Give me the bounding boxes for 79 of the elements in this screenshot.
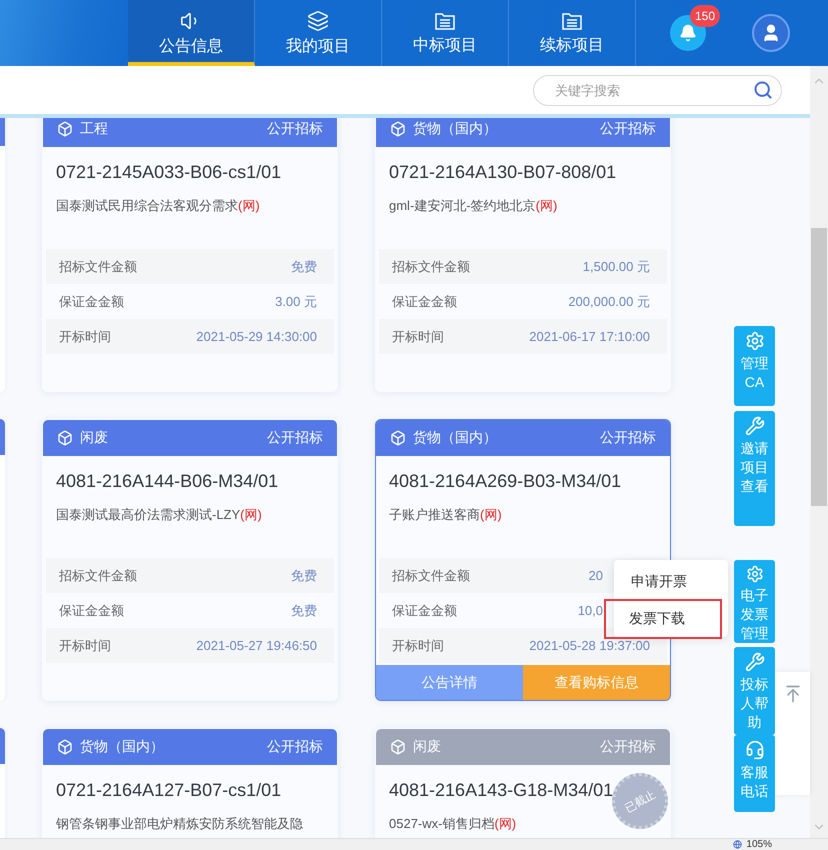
- scroll-thumb[interactable]: [811, 228, 827, 506]
- field-value: 3.00 元: [275, 292, 317, 310]
- method-label: 公开招标: [600, 429, 656, 447]
- menu-item[interactable]: 发票下载: [604, 599, 722, 639]
- field-value: 免费: [291, 566, 317, 584]
- project-code: 4081-2164A269-B03-M34/01: [389, 470, 622, 493]
- cube-icon: [57, 430, 73, 446]
- field-value: 2021-06-17 17:10:00: [529, 329, 650, 344]
- category-label: 工程: [80, 120, 108, 138]
- project-code: 4081-216A144-B06-M34/01: [56, 470, 278, 493]
- method-label: 公开招标: [267, 120, 323, 138]
- project-title: 子账户推送客商(网): [389, 506, 503, 524]
- gear-icon: [744, 565, 764, 583]
- field-label: 开标时间: [392, 328, 444, 346]
- field-value: 20: [588, 568, 603, 583]
- project-card[interactable]: 闲废 公开招标 4081-216A143-G18-M34/01 0527-wx-销售归档(网) 已截止: [375, 728, 671, 838]
- wrench-icon: [744, 416, 764, 436]
- search-icon[interactable]: [753, 80, 773, 100]
- project-code: 0721-2145A033-B06-cs1/01: [56, 161, 282, 184]
- cube-icon: [57, 121, 73, 137]
- layers-icon: [307, 10, 329, 32]
- cube-icon: [390, 121, 406, 137]
- method-label: 公开招标: [267, 429, 323, 447]
- headset-icon: [744, 740, 764, 760]
- field-label: 保证金金额: [392, 292, 457, 310]
- field-label: 保证金金额: [59, 602, 124, 620]
- project-title: 国泰测试最高价法需求测试-LZY(网): [56, 506, 263, 524]
- field-label: 招标文件金额: [392, 566, 470, 584]
- category-label: 货物（国内）: [413, 429, 497, 447]
- search-field[interactable]: 关键字搜索: [553, 82, 753, 98]
- folder-icon: [434, 10, 456, 30]
- field-value: 1,500.00 元: [582, 258, 650, 276]
- category-label: 闲废: [80, 429, 108, 447]
- zoom-level: 105%: [746, 839, 772, 850]
- bell-icon: [679, 24, 697, 42]
- field-value: 免费: [291, 602, 317, 620]
- field-label: 保证金金额: [59, 292, 124, 310]
- project-card[interactable]: 货物（国内） 公开招标 0721-2164A130-B07-808/01 gml-建安河北-签约地北京(网) 招标文件金额 1,500.00 元 保证金金额 200,000.00 元 开标时间 2021-06-17 17:10:00: [375, 118, 671, 392]
- search-box[interactable]: 关键字搜索: [533, 74, 782, 106]
- cube-icon: [57, 739, 73, 755]
- gear-icon: [744, 331, 764, 351]
- folder-icon: [561, 10, 583, 30]
- notification-count: 150: [690, 5, 720, 27]
- field-label: 招标文件金额: [59, 566, 137, 584]
- project-title: 0527-wx-销售归档(网): [389, 815, 518, 833]
- project-card[interactable]: 闲废 公开招标 4081-216A144-B06-M34/01 国泰测试最高价法需求测试-LZY(网) 招标文件金额 免费 保证金金额 免费 开标时间 2021-05-27 19:46:50: [42, 419, 338, 701]
- method-label: 公开招标: [600, 120, 656, 138]
- cube-icon: [390, 430, 406, 446]
- method-label: 公开招标: [267, 738, 323, 756]
- method-label: 公开招标: [600, 738, 656, 756]
- project-code: 0721-2164A130-B07-808/01: [389, 161, 616, 184]
- globe-icon: [733, 840, 742, 849]
- field-label: 开标时间: [59, 328, 111, 346]
- project-card[interactable]: 货物（国内） 公开招标 0721-2164A127-B07-cs1/01 钢管条钢事业部电炉精炼安防系统智能及隐: [42, 728, 338, 838]
- category-label: 货物（国内）: [413, 120, 497, 138]
- project-title: 国泰测试民用综合法客观分需求(网): [56, 197, 261, 215]
- category-label: 货物（国内）: [80, 738, 164, 756]
- field-label: 开标时间: [392, 636, 444, 654]
- field-value: 2021-05-28 19:37:00: [529, 638, 650, 653]
- field-label: 招标文件金额: [59, 258, 137, 276]
- field-value: 10,0: [578, 603, 603, 618]
- cube-icon: [390, 739, 406, 755]
- field-value: 免费: [291, 258, 317, 276]
- project-title: 钢管条钢事业部电炉精炼安防系统智能及隐: [56, 815, 304, 833]
- project-card[interactable]: 工程 公开招标 0721-2145A033-B06-cs1/01 国泰测试民用综合法客观分需求(网) 招标文件金额 免费 保证金金额 3.00 元 开标时间 2021-05-29 14:30:00: [42, 118, 338, 392]
- field-value: 200,000.00 元: [568, 292, 650, 310]
- category-label: 闲废: [413, 738, 441, 756]
- project-title: gml-建安河北-签约地北京(网): [389, 197, 558, 215]
- user-avatar[interactable]: [752, 14, 790, 52]
- nav-tab[interactable]: 公告信息: [128, 0, 255, 66]
- project-code: 0721-2164A127-B07-cs1/01: [56, 779, 282, 802]
- menu-item[interactable]: 申请开票: [614, 564, 728, 600]
- field-label: 保证金金额: [392, 602, 457, 620]
- field-label: 招标文件金额: [392, 258, 470, 276]
- field-value: 2021-05-27 19:46:50: [196, 638, 317, 653]
- wrench-icon: [744, 652, 764, 672]
- field-value: 2021-05-29 14:30:00: [196, 329, 317, 344]
- field-label: 开标时间: [59, 636, 111, 654]
- scrollbar[interactable]: [810, 66, 828, 838]
